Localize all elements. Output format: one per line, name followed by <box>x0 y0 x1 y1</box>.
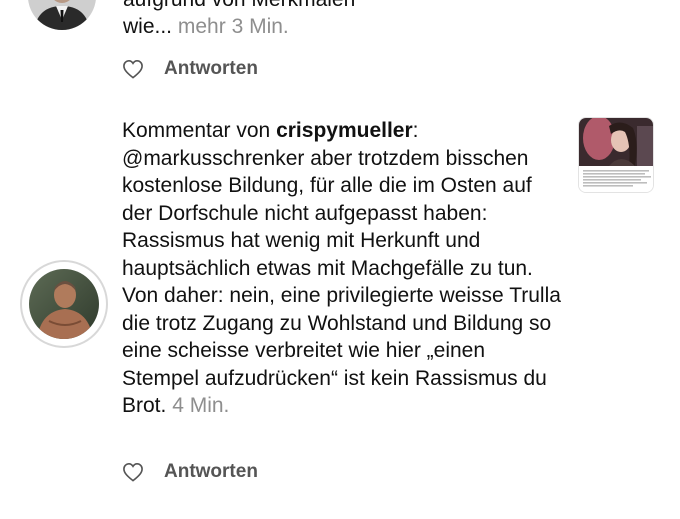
top-comment-text-truncated: wie... <box>123 15 173 38</box>
comment-actions: Antworten <box>122 58 258 80</box>
comment-colon: : <box>412 119 419 142</box>
comment-prefix: Kommentar von <box>122 119 277 142</box>
more-link[interactable]: mehr <box>178 15 226 38</box>
reply-button[interactable]: Antworten <box>164 461 258 483</box>
comment-time: 3 Min. <box>231 15 289 38</box>
heart-outline-icon[interactable] <box>122 59 144 79</box>
top-comment-text-line-2: wie... mehr 3 Min. <box>123 15 289 39</box>
post-thumbnail[interactable] <box>578 117 654 193</box>
comment-body: Kommentar von crispymueller: @markusschr… <box>122 117 562 420</box>
reply-button[interactable]: Antworten <box>164 58 258 80</box>
top-comment-text-line-1: aufgrund von Merkmalen <box>123 0 355 12</box>
username-link[interactable]: crispymueller <box>276 119 413 142</box>
avatar <box>29 269 99 339</box>
avatar-image <box>28 0 96 30</box>
comment-time: 4 Min. <box>172 394 230 417</box>
avatar[interactable] <box>28 0 96 30</box>
heart-outline-icon[interactable] <box>122 462 144 482</box>
post-thumbnail-image <box>579 118 653 192</box>
comment-text: @markusschrenker aber trotzdem bisschen … <box>122 146 561 418</box>
commenter-avatar-ring[interactable] <box>20 260 108 348</box>
avatar-image <box>29 269 99 339</box>
comment-actions: Antworten <box>122 461 258 483</box>
